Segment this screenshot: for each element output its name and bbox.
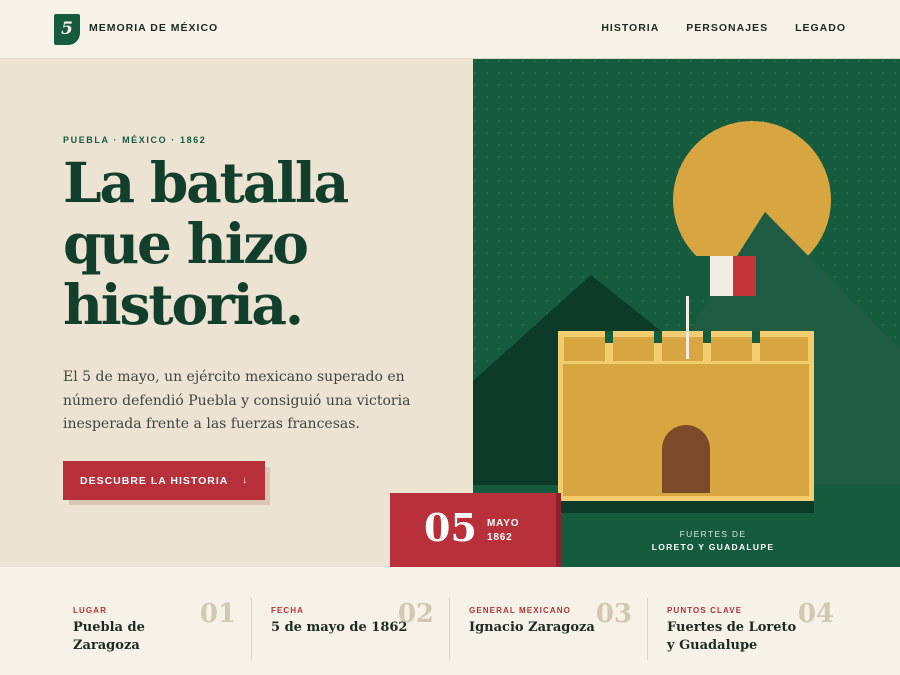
headline-line-2: que hizo [63,211,309,276]
nav-item-legado[interactable]: LEGADO [795,22,846,34]
card-number: 03 [595,599,632,629]
cta-label: DESCUBRE LA HISTORIA [80,474,229,487]
card-number: 01 [199,599,236,629]
date-badge: 05 MAYO 1862 [390,493,556,567]
hero-eyebrow: PUEBLA · MÉXICO · 1862 [63,135,207,145]
fort-shadow [558,499,814,513]
illustration-caption: FUERTES DE LORETO Y GUADALUPE [613,528,813,554]
date-badge-edge [556,493,561,567]
fort-door [662,425,710,493]
card-value: Fuertes de Loreto y Guadalupe [667,620,797,653]
mexico-flag [686,256,756,296]
caption-line-1: FUERTES DE [679,529,747,539]
card-value: Ignacio Zaragoza [469,620,595,635]
site-header: 5 MEMORIA DE MÉXICO HISTORIA PERSONAJES … [0,0,900,59]
flag-pole [686,295,689,359]
card-number: 02 [397,599,434,629]
info-strip: LUGAR Puebla de Zaragoza 01 FECHA 5 de m… [0,567,900,675]
fort-illustration [473,59,900,567]
card-number: 04 [797,599,834,629]
date-month: MAYO [487,518,520,529]
date-month-year: MAYO 1862 [487,517,519,545]
hero-headline: La batalla que hizo historia. [63,152,463,335]
caption-line-2: LORETO Y GUADALUPE [651,542,775,552]
card-label: LUGAR [73,606,107,615]
headline-line-3: historia. [63,272,304,337]
card-label: GENERAL MEXICANO [469,606,571,615]
info-card-fecha: FECHA 5 de mayo de 1862 02 [250,598,448,660]
date-day: 05 [424,505,477,550]
arrow-down-icon: ↓ [242,475,248,486]
card-label: PUNTOS CLAVE [667,606,743,615]
info-card-general: GENERAL MEXICANO Ignacio Zaragoza 03 [448,598,646,660]
info-card-puntos: PUNTOS CLAVE Fuertes de Loreto y Guadalu… [646,598,842,660]
headline-line-1: La batalla [63,150,349,215]
logo[interactable]: 5 [54,14,80,45]
discover-story-button[interactable]: DESCUBRE LA HISTORIA ↓ [63,461,265,500]
card-label: FECHA [271,606,305,615]
info-card-lugar: LUGAR Puebla de Zaragoza 01 [52,598,250,660]
card-value: Puebla de Zaragoza [73,620,145,653]
card-value: 5 de mayo de 1862 [271,620,408,635]
nav-item-personajes[interactable]: PERSONAJES [686,22,768,34]
hero-illustration: FUERTES DE LORETO Y GUADALUPE [473,59,900,567]
hero-lede: El 5 de mayo, un ejército mexicano super… [63,369,411,432]
date-year: 1862 [487,532,513,543]
brand-name[interactable]: MEMORIA DE MÉXICO [89,22,218,34]
main-nav: HISTORIA PERSONAJES LEGADO [601,22,846,34]
nav-item-historia[interactable]: HISTORIA [601,22,659,34]
